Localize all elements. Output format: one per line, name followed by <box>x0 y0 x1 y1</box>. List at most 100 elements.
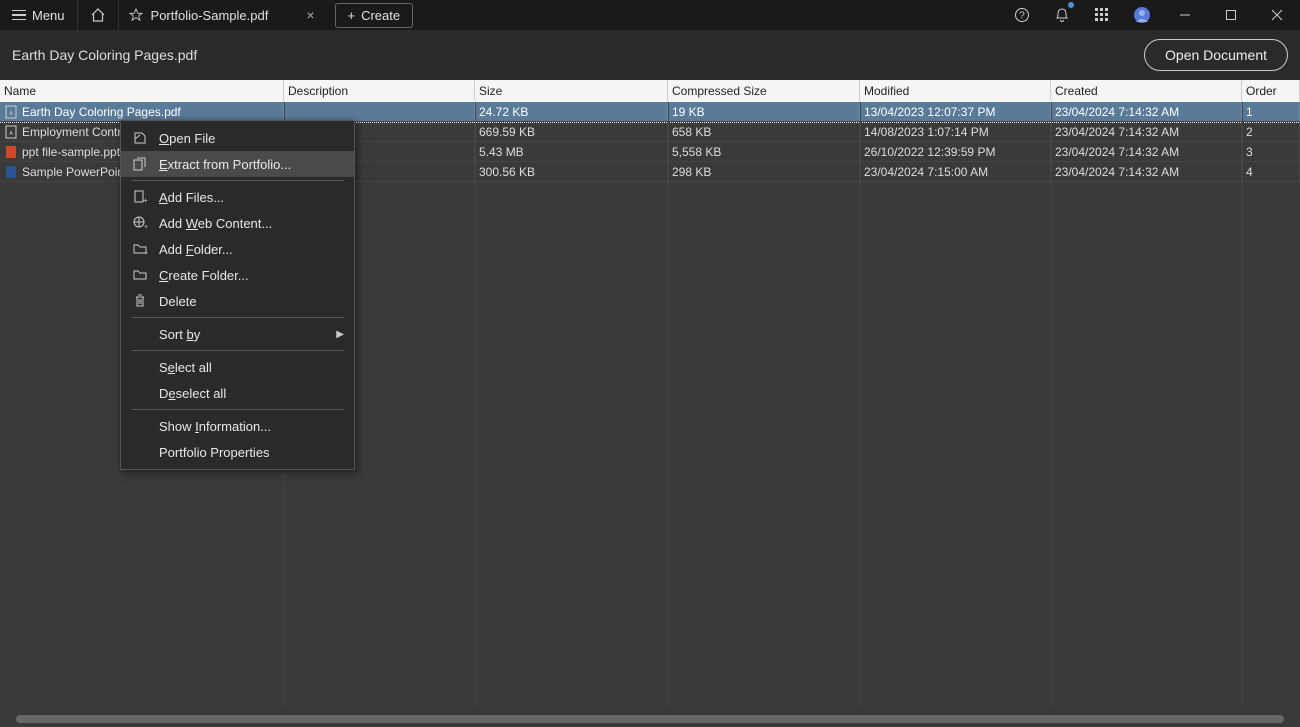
menu-label: Add Web Content... <box>159 216 344 231</box>
menu-add-web[interactable]: + Add Web Content... <box>121 210 354 236</box>
menu-open-file[interactable]: Open File <box>121 125 354 151</box>
add-folder-icon: + <box>131 240 149 258</box>
menu-show-info[interactable]: Show Information... <box>121 413 354 439</box>
cell-size: 669.59 KB <box>475 122 668 141</box>
column-separator[interactable] <box>1051 102 1052 707</box>
maximize-button[interactable] <box>1208 0 1254 30</box>
column-separator[interactable] <box>475 102 476 707</box>
th-created[interactable]: Created <box>1051 80 1242 102</box>
grid-icon <box>1095 8 1109 22</box>
add-files-icon: + <box>131 188 149 206</box>
open-document-button[interactable]: Open Document <box>1144 39 1288 71</box>
help-button[interactable]: ? <box>1002 0 1042 30</box>
ppt-file-icon <box>4 145 18 159</box>
cell-modified: 14/08/2023 1:07:14 PM <box>860 122 1051 141</box>
hamburger-icon <box>12 10 26 21</box>
cell-created: 23/04/2024 7:14:32 AM <box>1051 142 1242 161</box>
extract-icon <box>131 155 149 173</box>
menu-create-folder[interactable]: Create Folder... <box>121 262 354 288</box>
create-label: Create <box>361 8 400 23</box>
create-button[interactable]: + Create <box>335 3 414 28</box>
menu-separator <box>131 409 344 410</box>
cell-compressed: 5,558 KB <box>668 142 860 161</box>
cell-compressed: 19 KB <box>668 102 860 121</box>
menu-deselect-all[interactable]: Deselect all <box>121 380 354 406</box>
menu-label: Show Information... <box>159 419 344 434</box>
menu-label: Add Files... <box>159 190 344 205</box>
menu-add-folder[interactable]: + Add Folder... <box>121 236 354 262</box>
cell-order: 4 <box>1242 162 1300 181</box>
create-folder-icon <box>131 266 149 284</box>
menu-label: Portfolio Properties <box>159 445 344 460</box>
add-web-icon: + <box>131 214 149 232</box>
column-separator[interactable] <box>668 102 669 707</box>
close-window-button[interactable] <box>1254 0 1300 30</box>
cell-size: 5.43 MB <box>475 142 668 161</box>
svg-text:A: A <box>9 111 13 117</box>
th-name[interactable]: Name <box>0 80 284 102</box>
menu-select-all[interactable]: Select all <box>121 354 354 380</box>
blank-icon <box>131 358 149 376</box>
th-size[interactable]: Size <box>475 80 668 102</box>
table-header: Name Description Size Compressed Size Mo… <box>0 80 1300 102</box>
cell-size: 24.72 KB <box>475 102 668 121</box>
delete-icon <box>131 292 149 310</box>
cell-name: A Earth Day Coloring Pages.pdf <box>0 102 284 121</box>
svg-text:A: A <box>9 131 13 137</box>
cell-order: 2 <box>1242 122 1300 141</box>
apps-button[interactable] <box>1082 0 1122 30</box>
menu-delete[interactable]: Delete <box>121 288 354 314</box>
blank-icon <box>131 325 149 343</box>
horizontal-scrollbar[interactable] <box>16 715 1284 723</box>
svg-text:?: ? <box>1019 11 1025 22</box>
maximize-icon <box>1225 9 1237 21</box>
menu-label: Select all <box>159 360 344 375</box>
file-name: ppt file-sample.pptx <box>22 145 126 159</box>
table-row[interactable]: A Earth Day Coloring Pages.pdf 24.72 KB … <box>0 102 1300 122</box>
menu-portfolio-props[interactable]: Portfolio Properties <box>121 439 354 465</box>
th-order[interactable]: Order <box>1242 80 1300 102</box>
tab-close-button[interactable]: × <box>306 7 314 23</box>
menu-label: Menu <box>32 8 65 23</box>
blank-icon <box>131 384 149 402</box>
cell-compressed: 298 KB <box>668 162 860 181</box>
menu-label: Extract from Portfolio... <box>159 157 344 172</box>
home-icon <box>90 7 106 23</box>
minimize-button[interactable] <box>1162 0 1208 30</box>
home-button[interactable] <box>78 0 119 30</box>
menu-extract[interactable]: Extract from Portfolio... <box>121 151 354 177</box>
menu-label: Create Folder... <box>159 268 344 283</box>
column-separator[interactable] <box>1242 102 1243 707</box>
menu-separator <box>131 317 344 318</box>
menu-add-files[interactable]: + Add Files... <box>121 184 354 210</box>
minimize-icon <box>1179 9 1191 21</box>
menu-sort-by[interactable]: Sort by ▶ <box>121 321 354 347</box>
cell-compressed: 658 KB <box>668 122 860 141</box>
star-icon <box>129 8 143 22</box>
menu-separator <box>131 180 344 181</box>
document-tab[interactable]: Portfolio-Sample.pdf × <box>119 0 325 30</box>
th-compressed[interactable]: Compressed Size <box>668 80 860 102</box>
menu-label: Open File <box>159 131 344 146</box>
page-title: Earth Day Coloring Pages.pdf <box>12 47 197 63</box>
notifications-button[interactable] <box>1042 0 1082 30</box>
cell-size: 300.56 KB <box>475 162 668 181</box>
tab-title: Portfolio-Sample.pdf <box>151 8 269 23</box>
file-name: Earth Day Coloring Pages.pdf <box>22 105 181 119</box>
cell-created: 23/04/2024 7:14:32 AM <box>1051 102 1242 121</box>
menu-label: Sort by <box>159 327 326 342</box>
cell-created: 23/04/2024 7:14:32 AM <box>1051 162 1242 181</box>
profile-icon <box>1133 6 1151 24</box>
titlebar-right: ? <box>1002 0 1300 30</box>
menu-label: Delete <box>159 294 344 309</box>
column-separator[interactable] <box>860 102 861 707</box>
svg-text:+: + <box>143 196 148 205</box>
th-modified[interactable]: Modified <box>860 80 1051 102</box>
th-description[interactable]: Description <box>284 80 475 102</box>
notification-dot <box>1068 2 1074 8</box>
cell-modified: 23/04/2024 7:15:00 AM <box>860 162 1051 181</box>
menu-button[interactable]: Menu <box>0 0 78 30</box>
profile-button[interactable] <box>1122 0 1162 30</box>
cell-created: 23/04/2024 7:14:32 AM <box>1051 122 1242 141</box>
help-icon: ? <box>1014 7 1030 23</box>
